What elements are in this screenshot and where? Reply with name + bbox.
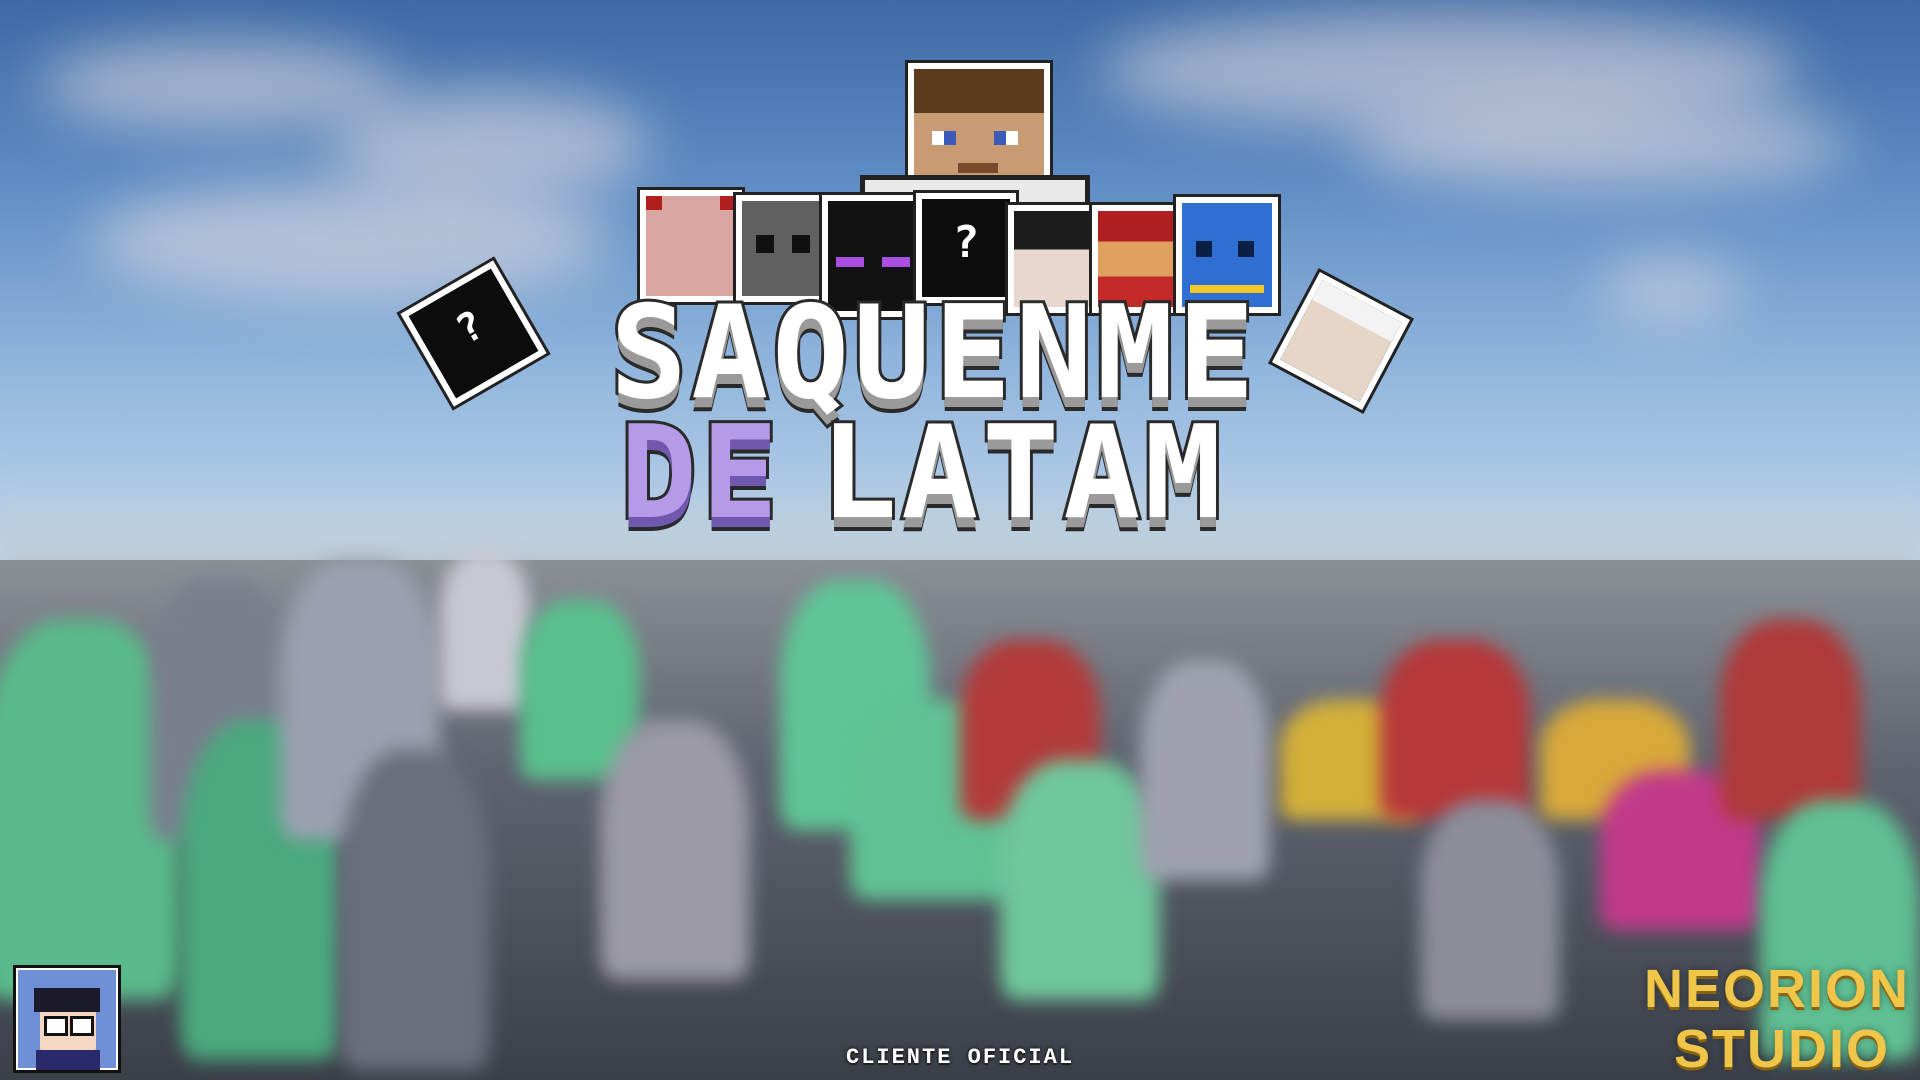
- cloud: [1350, 100, 1850, 190]
- tree: [1140, 660, 1270, 880]
- brand-name-line2: STUDIO: [1673, 1019, 1890, 1079]
- logo: ? ? SAQUENME DE LATAM: [400, 55, 1420, 548]
- channel-avatar: [13, 965, 121, 1073]
- skin-head-right: [1272, 272, 1410, 410]
- tree: [1380, 640, 1530, 820]
- brand-name-line1: NEORION: [1643, 959, 1910, 1019]
- tree: [1000, 760, 1160, 1000]
- logo-title-latam: LATAM: [817, 399, 1226, 548]
- cloud: [40, 40, 400, 130]
- tree: [600, 720, 750, 980]
- tree: [440, 550, 530, 710]
- tree: [340, 750, 490, 1070]
- tree: [1720, 620, 1860, 820]
- cloud: [1600, 260, 1740, 320]
- logo-title-de: DE: [617, 399, 783, 548]
- tree: [1420, 800, 1560, 1020]
- client-label: CLIENTE OFICIAL: [846, 1045, 1075, 1070]
